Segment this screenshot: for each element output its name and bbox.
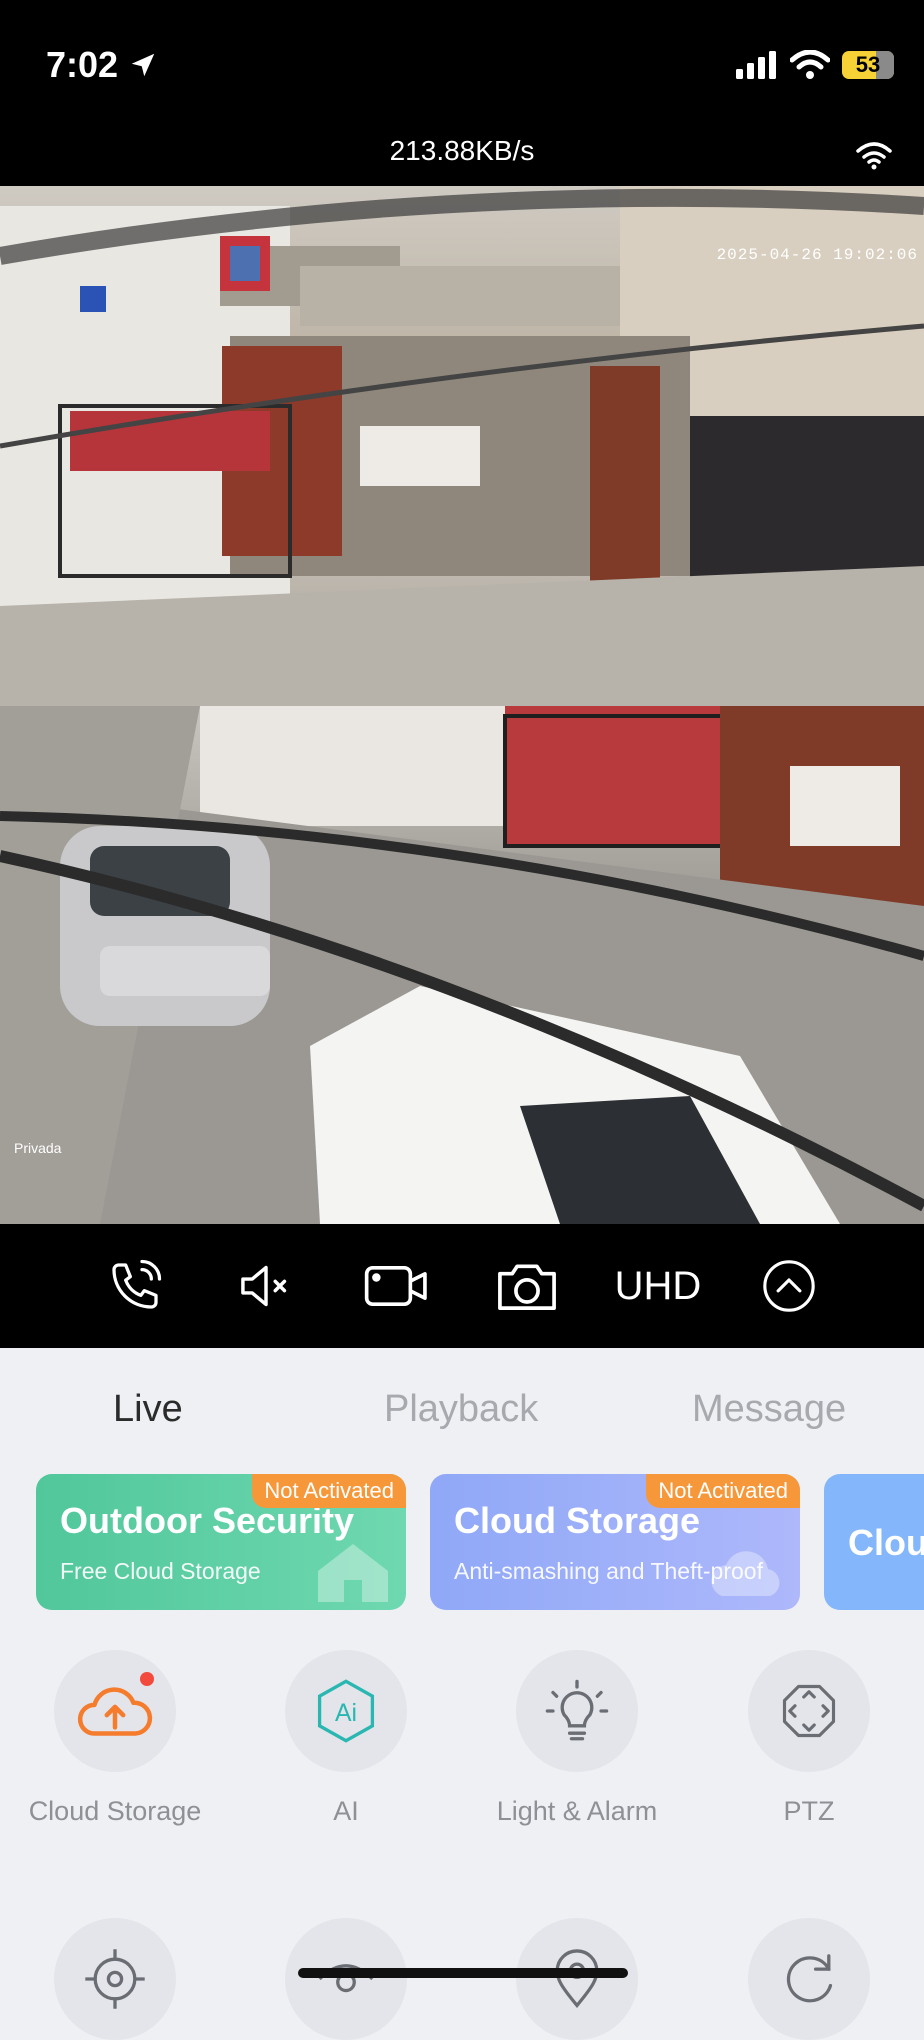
promo-carousel[interactable]: Outdoor Security Free Cloud Storage Not … (0, 1474, 924, 1610)
quality-button[interactable]: UHD (615, 1246, 702, 1326)
location-pin-icon (555, 1949, 599, 2008)
tab-live[interactable]: Live (113, 1388, 183, 1431)
tool-row2-2[interactable] (226, 1918, 466, 2040)
tool-ai[interactable]: Ai AI (226, 1650, 466, 1827)
stream-info-bar: 213.88KB/s (0, 136, 924, 186)
tool-icon-circle (285, 1918, 407, 2040)
svg-text:Ai: Ai (335, 1700, 357, 1727)
battery-icon: 53 (842, 51, 894, 79)
ptz-direction-icon (782, 1684, 836, 1738)
promo-card-outdoor-security[interactable]: Outdoor Security Free Cloud Storage Not … (36, 1474, 406, 1610)
tool-row2-4[interactable] (689, 1918, 924, 2040)
location-arrow-icon (131, 53, 155, 77)
light-bulb-icon (545, 1679, 609, 1741)
tool-icon-circle: Ai (285, 1650, 407, 1772)
phone-call-icon (112, 1259, 162, 1309)
live-controls-bar: UHD (0, 1224, 924, 1348)
collapse-button[interactable] (749, 1246, 829, 1326)
not-activated-badge: Not Activated (252, 1474, 406, 1508)
tool-label: AI (333, 1796, 359, 1826)
tool-row2-3[interactable] (457, 1918, 697, 2040)
tool-row2-1[interactable] (0, 1918, 235, 2040)
tool-icon-circle (748, 1918, 870, 2040)
tab-message[interactable]: Message (692, 1388, 846, 1431)
cloud-upload-icon (77, 1687, 153, 1736)
promo-card-title: Clou (848, 1522, 924, 1563)
upper-scene (0, 186, 924, 706)
house-icon (318, 1544, 388, 1602)
refresh-icon (786, 1954, 833, 2003)
tool-light-alarm[interactable]: Light & Alarm (457, 1650, 697, 1827)
tool-label: Cloud Storage (28, 1796, 202, 1826)
tool-label: PTZ (783, 1796, 835, 1826)
talk-button[interactable] (95, 1246, 175, 1326)
device-panel: Live Playback Message Outdoor Security F… (0, 1348, 924, 2040)
tool-icon-circle (54, 1918, 176, 2040)
camera-timestamp: 2025-04-26 19:02:06 (716, 246, 918, 264)
promo-card-subtitle: Free Cloud Storage (60, 1558, 261, 1584)
ai-icon: Ai (317, 1679, 375, 1743)
mute-speaker-icon (241, 1265, 287, 1307)
notification-dot (140, 1672, 154, 1686)
cloud-upload-deco-icon (711, 1551, 780, 1596)
tool-cloud-storage[interactable]: Cloud Storage (0, 1650, 235, 1827)
mute-button[interactable] (226, 1246, 306, 1326)
tool-ptz[interactable]: PTZ (689, 1650, 924, 1827)
status-icons: 53 (736, 50, 894, 80)
stream-rate: 213.88KB/s (389, 135, 535, 166)
camera-live-view[interactable]: 2025-04-26 19:02:06 Privada (0, 186, 924, 1224)
silver-car (60, 826, 270, 1026)
snapshot-camera-icon (498, 1264, 557, 1310)
status-bar: 7:02 53 (0, 0, 924, 140)
lower-scene (0, 706, 924, 1224)
camera-feed-upper: 2025-04-26 19:02:06 (0, 186, 924, 706)
tool-icon-circle (54, 1650, 176, 1772)
stream-wifi-icon (856, 142, 892, 170)
cellular-signal-icon (736, 51, 776, 79)
tool-label: Light & Alarm (496, 1796, 658, 1826)
eye-star-icon (318, 1964, 374, 1993)
snapshot-button[interactable] (487, 1246, 567, 1326)
collapse-up-icon (762, 1260, 815, 1312)
promo-card-cloud-storage[interactable]: Cloud Storage Anti-smashing and Theft-pr… (430, 1474, 800, 1610)
home-indicator[interactable] (298, 1968, 628, 1978)
record-button[interactable] (357, 1246, 437, 1326)
tool-icon-circle (516, 1918, 638, 2040)
tab-bar: Live Playback Message (0, 1388, 924, 1495)
tab-playback[interactable]: Playback (384, 1388, 538, 1431)
not-activated-badge: Not Activated (646, 1474, 800, 1508)
camera-feed-lower (0, 706, 924, 1224)
wifi-icon (790, 50, 830, 79)
battery-level: 53 (855, 52, 881, 77)
record-video-icon (364, 1265, 427, 1307)
tool-icon-circle (516, 1650, 638, 1772)
target-icon (85, 1949, 145, 2009)
camera-location-label: Privada (14, 1140, 62, 1156)
status-time-text: 7:02 (46, 44, 119, 85)
status-time: 7:02 (46, 44, 158, 86)
tool-icon-circle (748, 1650, 870, 1772)
promo-card-partial[interactable]: Clou (824, 1474, 924, 1610)
